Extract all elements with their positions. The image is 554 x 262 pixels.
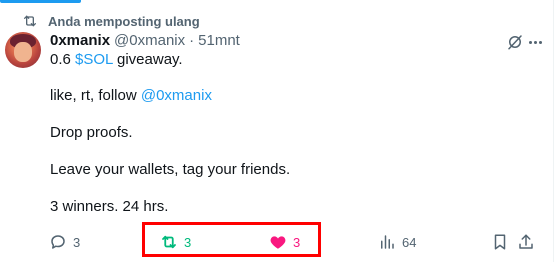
reply-icon (51, 235, 65, 249)
tweet-line-4: Leave your wallets, tag your friends. (50, 161, 291, 178)
tweet-text: 0.6 $SOL giveaway. like, rt, follow @0xm… (50, 50, 540, 217)
tab-indicator (0, 0, 81, 3)
repost-banner[interactable]: Anda memposting ulang (22, 12, 200, 30)
reply-button[interactable]: 3 (49, 231, 80, 253)
tweet-line-5: 3 winners. 24 hrs. (50, 198, 169, 215)
tweet-header: 0xmanix @0xmanix · 51mnt (50, 30, 540, 50)
author-handle[interactable]: @0xmanix (114, 32, 185, 49)
bookmark-button[interactable] (491, 231, 509, 253)
avatar[interactable] (5, 32, 41, 68)
views-button[interactable]: 64 (378, 231, 416, 253)
more-icon[interactable] (526, 33, 544, 51)
author-display-name[interactable]: 0xmanix (50, 32, 110, 49)
reply-count: 3 (73, 234, 81, 250)
mention-link[interactable]: @0xmanix (141, 87, 212, 104)
repost-icon (24, 15, 36, 27)
share-icon (519, 234, 533, 249)
repost-banner-label: Anda memposting ulang (48, 13, 200, 29)
bookmark-icon (494, 234, 506, 250)
tweet-line-1: 0.6 $SOL giveaway. (50, 51, 183, 68)
header-separator: · (189, 31, 195, 49)
post-time[interactable]: 51mnt (198, 32, 240, 49)
highlight-box (142, 222, 321, 257)
grok-icon[interactable] (506, 33, 524, 51)
views-count: 64 (402, 234, 417, 250)
tweet-body: 0xmanix @0xmanix · 51mnt 0.6 $SOL giveaw… (50, 30, 540, 217)
tweet-line-2: like, rt, follow @0xmanix (50, 87, 212, 104)
cashtag-link[interactable]: $SOL (75, 51, 113, 68)
tweet-line-3: Drop proofs. (50, 124, 133, 141)
share-button[interactable] (517, 231, 535, 253)
views-icon (381, 235, 394, 249)
